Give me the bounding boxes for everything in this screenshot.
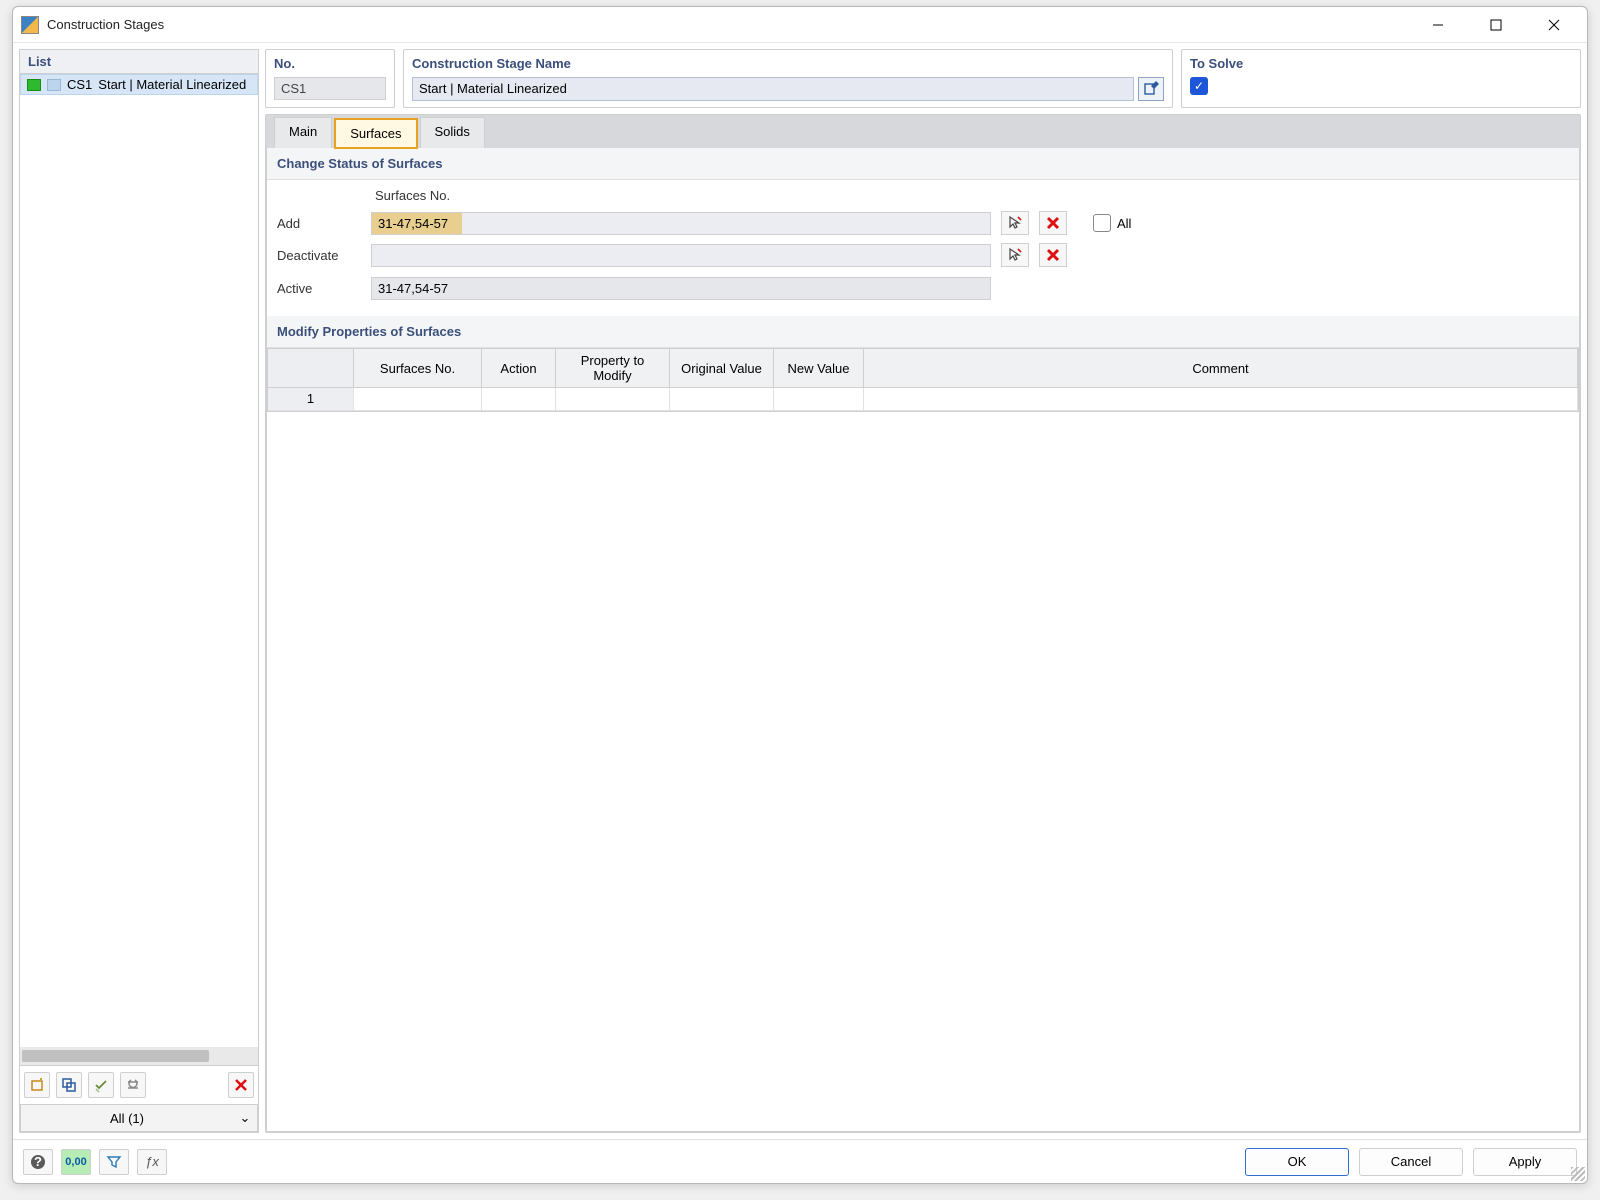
- apply-button[interactable]: Apply: [1473, 1148, 1577, 1176]
- all-label: All: [1117, 216, 1131, 231]
- add-label: Add: [277, 216, 361, 231]
- stage-color-icon: [27, 79, 41, 91]
- col-property: Property to Modify: [556, 349, 670, 387]
- cancel-button[interactable]: Cancel: [1359, 1148, 1463, 1176]
- fx-icon: ƒx: [145, 1154, 159, 1169]
- app-icon: [21, 16, 39, 34]
- include-button[interactable]: [88, 1072, 114, 1098]
- list-item-code: CS1: [67, 77, 92, 92]
- titlebar: Construction Stages: [13, 7, 1587, 43]
- list-body[interactable]: CS1 Start | Material Linearized: [20, 74, 258, 1047]
- clear-add-button[interactable]: [1039, 211, 1067, 235]
- row-number: 1: [268, 388, 354, 410]
- maximize-button[interactable]: [1467, 7, 1525, 43]
- list-item-label: Start | Material Linearized: [98, 77, 246, 92]
- help-icon: ?: [30, 1154, 46, 1170]
- right-pane: No. CS1 Construction Stage Name Start | …: [265, 49, 1581, 1133]
- list-toolbar: [20, 1065, 258, 1104]
- no-field[interactable]: CS1: [274, 77, 386, 100]
- tab-strip: Main Surfaces Solids Change Status of Su…: [265, 114, 1581, 1133]
- stage-color-icon-2: [47, 79, 61, 91]
- active-surfaces-field: 31-47,54-57: [371, 277, 991, 300]
- add-surfaces-input[interactable]: [371, 212, 991, 235]
- col-action: Action: [482, 349, 556, 387]
- table-row[interactable]: 1: [268, 388, 1578, 411]
- name-field[interactable]: Start | Material Linearized: [412, 77, 1134, 101]
- pick-cursor-icon: [1007, 215, 1023, 231]
- list-filter-label: All (1): [21, 1111, 233, 1126]
- exclude-button[interactable]: [120, 1072, 146, 1098]
- chevron-down-icon: ⌄: [233, 1110, 257, 1126]
- units-button[interactable]: 0,00: [61, 1149, 91, 1175]
- pick-cursor-icon: [1007, 247, 1023, 263]
- edit-name-button[interactable]: [1138, 77, 1164, 101]
- col-comment: Comment: [864, 349, 1578, 387]
- filter-tool-button[interactable]: [99, 1149, 129, 1175]
- tab-solids[interactable]: Solids: [420, 117, 485, 148]
- clear-x-icon: [1045, 215, 1061, 231]
- minimize-button[interactable]: [1409, 7, 1467, 43]
- modify-table[interactable]: Surfaces No. Action Property to Modify O…: [267, 348, 1579, 412]
- ok-button[interactable]: OK: [1245, 1148, 1349, 1176]
- delete-stage-button[interactable]: [228, 1072, 254, 1098]
- col-new: New Value: [774, 349, 864, 387]
- solve-checkbox[interactable]: [1190, 77, 1208, 95]
- list-hscrollbar[interactable]: [20, 1047, 258, 1065]
- col-surfaces: Surfaces No.: [354, 349, 482, 387]
- new-stage-button[interactable]: [24, 1072, 50, 1098]
- units-icon: 0,00: [65, 1156, 86, 1168]
- all-checkbox[interactable]: [1093, 214, 1111, 232]
- name-label: Construction Stage Name: [412, 56, 1164, 71]
- close-button[interactable]: [1525, 7, 1583, 43]
- tab-main[interactable]: Main: [274, 117, 332, 148]
- edit-icon: [1143, 81, 1159, 97]
- list-item[interactable]: CS1 Start | Material Linearized: [20, 74, 258, 95]
- dialog-footer: ? 0,00 ƒx OK Cancel Apply: [13, 1139, 1587, 1183]
- solve-label: To Solve: [1190, 56, 1572, 71]
- modify-section-title: Modify Properties of Surfaces: [267, 316, 1579, 348]
- list-header: List: [20, 50, 258, 74]
- status-section-title: Change Status of Surfaces: [267, 148, 1579, 180]
- name-group: Construction Stage Name Start | Material…: [403, 49, 1173, 108]
- deactivate-surfaces-input[interactable]: [371, 244, 991, 267]
- col-original: Original Value: [670, 349, 774, 387]
- svg-text:?: ?: [34, 1154, 42, 1169]
- pick-deactivate-button[interactable]: [1001, 243, 1029, 267]
- stage-list: List CS1 Start | Material Linearized: [19, 49, 259, 1133]
- fx-button[interactable]: ƒx: [137, 1149, 167, 1175]
- pick-add-button[interactable]: [1001, 211, 1029, 235]
- clear-x-icon: [1045, 247, 1061, 263]
- copy-stage-button[interactable]: [56, 1072, 82, 1098]
- window-title: Construction Stages: [47, 17, 1409, 32]
- resize-grip[interactable]: [1571, 1167, 1585, 1181]
- modify-table-head: Surfaces No. Action Property to Modify O…: [268, 349, 1578, 388]
- deactivate-label: Deactivate: [277, 248, 361, 263]
- tab-body: Change Status of Surfaces Surfaces No. A…: [266, 148, 1580, 1132]
- solve-group: To Solve: [1181, 49, 1581, 108]
- list-filter-dropdown[interactable]: All (1) ⌄: [20, 1104, 258, 1132]
- help-button[interactable]: ?: [23, 1149, 53, 1175]
- no-group: No. CS1: [265, 49, 395, 108]
- dialog-window: Construction Stages List CS1 Start | Mat…: [12, 6, 1588, 1184]
- no-label: No.: [274, 56, 386, 71]
- tab-surfaces[interactable]: Surfaces: [334, 118, 417, 149]
- surfaces-no-header: Surfaces No.: [371, 188, 991, 203]
- active-label: Active: [277, 281, 361, 296]
- clear-deactivate-button[interactable]: [1039, 243, 1067, 267]
- left-pane: List CS1 Start | Material Linearized: [19, 49, 259, 1133]
- funnel-icon: [106, 1154, 122, 1170]
